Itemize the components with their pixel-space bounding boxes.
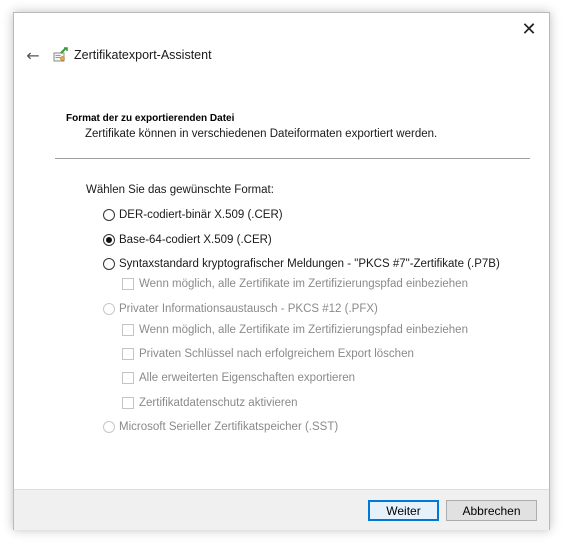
button-bar: Weiter Abbrechen: [14, 489, 549, 530]
checkbox: [122, 397, 134, 409]
checkbox-include-all-p7b: Wenn möglich, alle Zertifikate im Zertif…: [122, 278, 468, 290]
option-pkcs12-pfx: Privater Informationsaustausch - PKCS #1…: [103, 303, 378, 315]
option-pkcs7-p7b[interactable]: Syntaxstandard kryptografischer Meldunge…: [103, 258, 500, 270]
checkbox-label: Zertifikatdatenschutz aktivieren: [139, 397, 298, 409]
checkbox-enable-privacy: Zertifikatdatenschutz aktivieren: [122, 397, 298, 409]
checkbox: [122, 372, 134, 384]
radio-button-selected[interactable]: [103, 234, 115, 246]
option-base64-cer[interactable]: Base-64-codiert X.509 (.CER): [103, 234, 272, 246]
option-label: Syntaxstandard kryptografischer Meldunge…: [119, 258, 500, 270]
section-title: Format der zu exportierenden Datei: [66, 113, 235, 124]
checkbox-label: Privaten Schlüssel nach erfolgreichem Ex…: [139, 348, 414, 360]
radio-button[interactable]: [103, 258, 115, 270]
header-divider: [55, 158, 530, 159]
checkbox: [122, 278, 134, 290]
option-label: Base-64-codiert X.509 (.CER): [119, 234, 272, 246]
close-icon[interactable]: ✕: [517, 19, 541, 40]
window-title: Zertifikatexport-Assistent: [74, 48, 212, 62]
option-label: Privater Informationsaustausch - PKCS #1…: [119, 303, 378, 315]
option-der-cer[interactable]: DER-codiert-binär X.509 (.CER): [103, 209, 283, 221]
checkbox-export-extended-props: Alle erweiterten Eigenschaften exportier…: [122, 372, 355, 384]
section-subtitle: Zertifikate können in verschiedenen Date…: [85, 128, 438, 140]
radio-button[interactable]: [103, 209, 115, 221]
checkbox-label: Wenn möglich, alle Zertifikate im Zertif…: [139, 278, 468, 290]
checkbox-delete-private-key: Privaten Schlüssel nach erfolgreichem Ex…: [122, 348, 414, 360]
checkbox-include-all-pfx: Wenn möglich, alle Zertifikate im Zertif…: [122, 324, 468, 336]
cancel-button[interactable]: Abbrechen: [446, 500, 537, 521]
checkbox-label: Alle erweiterten Eigenschaften exportier…: [139, 372, 356, 384]
certificate-wizard-icon: [53, 47, 68, 62]
option-sst: Microsoft Serieller Zertifikatspeicher (…: [103, 421, 338, 433]
wizard-window: ✕ ← Zertifikatexport-Assistent Format de…: [13, 12, 550, 530]
option-label: Microsoft Serieller Zertifikatspeicher (…: [119, 421, 339, 433]
back-arrow-icon[interactable]: ←: [22, 46, 44, 65]
format-prompt: Wählen Sie das gewünschte Format:: [86, 184, 274, 196]
checkbox: [122, 348, 134, 360]
checkbox-label: Wenn möglich, alle Zertifikate im Zertif…: [139, 324, 468, 336]
checkbox: [122, 324, 134, 336]
radio-button-disabled: [103, 421, 115, 433]
radio-button-disabled: [103, 303, 115, 315]
option-label: DER-codiert-binär X.509 (.CER): [119, 209, 283, 221]
next-button[interactable]: Weiter: [368, 500, 439, 521]
